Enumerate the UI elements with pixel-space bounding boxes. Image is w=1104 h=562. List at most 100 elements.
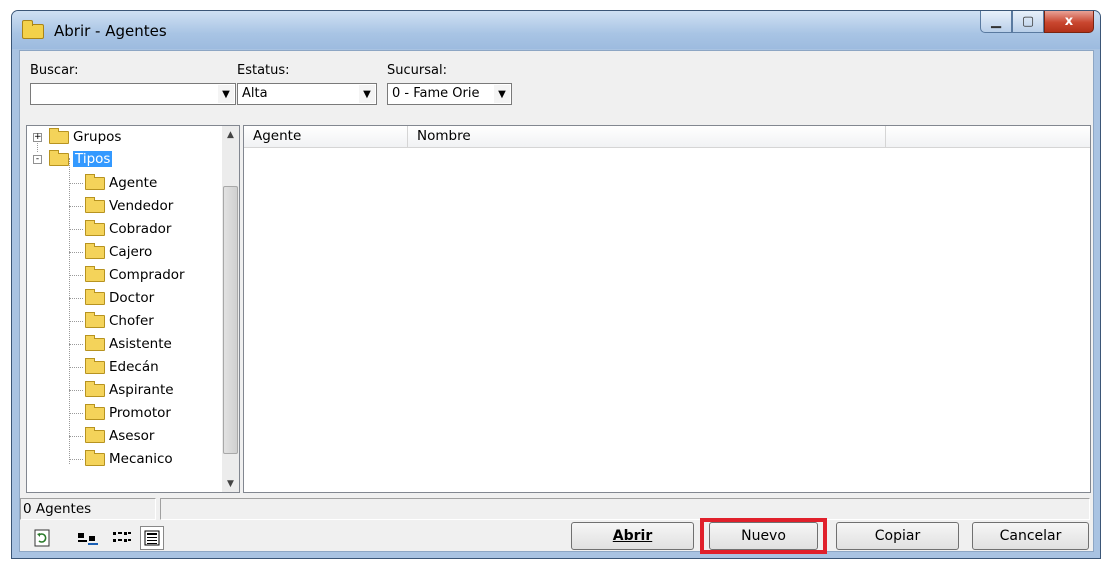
tree-connector xyxy=(69,344,83,345)
tree-connector xyxy=(69,321,83,322)
buscar-label: Buscar: xyxy=(30,63,79,78)
tree-item[interactable]: Asistente xyxy=(85,333,172,355)
open-folder-icon xyxy=(49,149,69,166)
folder-icon xyxy=(85,288,105,305)
copiar-button[interactable]: Copiar xyxy=(836,522,959,550)
folder-icon xyxy=(85,403,105,420)
estatus-value: Alta xyxy=(242,86,268,101)
scroll-down-icon[interactable]: ▼ xyxy=(222,475,239,492)
tree-item-label: Comprador xyxy=(109,267,185,283)
agent-type-tree[interactable]: + Grupos - Tipos Agente Vendedor Cobrador C… xyxy=(26,125,240,493)
status-bar: 0 Agentes xyxy=(20,498,1093,522)
tree-item[interactable]: Asesor xyxy=(85,425,154,447)
dialog-client-area: Buscar: ▼ Estatus: Alta ▼ Sucursal: 0 - … xyxy=(19,50,1094,554)
highlight-box xyxy=(700,518,827,554)
maximize-button[interactable]: ▢ xyxy=(1012,11,1044,33)
folder-icon xyxy=(85,357,105,374)
column-header-agente[interactable]: Agente xyxy=(244,126,408,148)
status-message xyxy=(160,498,1090,520)
tree-item-label: Promotor xyxy=(109,405,171,421)
expand-icon[interactable]: + xyxy=(33,133,42,142)
tree-item-label: Doctor xyxy=(109,290,155,306)
column-header-empty xyxy=(886,126,1090,148)
folder-icon xyxy=(85,265,105,282)
abrir-button[interactable]: Abrir xyxy=(571,522,694,550)
folder-icon xyxy=(49,127,69,144)
estatus-label: Estatus: xyxy=(237,63,290,78)
tree-connector xyxy=(69,158,70,464)
tree-item[interactable]: Agente xyxy=(85,172,157,194)
sucursal-value: 0 - Fame Orie xyxy=(392,86,480,101)
dialog-window: Abrir - Agentes ▁ ▢ x Buscar: ▼ Estatus:… xyxy=(11,10,1101,559)
folder-icon xyxy=(85,449,105,466)
tree-item[interactable]: Edecán xyxy=(85,356,159,378)
folder-icon xyxy=(85,196,105,213)
tree-connector xyxy=(69,252,83,253)
tree-item-label: Edecán xyxy=(109,359,159,375)
background xyxy=(0,0,1104,10)
tree-item[interactable]: Chofer xyxy=(85,310,154,332)
tree-item-label: Cajero xyxy=(109,244,153,260)
tree-item-label: Vendedor xyxy=(109,198,174,214)
tree-item[interactable]: Doctor xyxy=(85,287,154,309)
scroll-up-icon[interactable]: ▲ xyxy=(222,126,239,143)
refresh-icon[interactable] xyxy=(30,526,54,550)
tree-item[interactable]: Vendedor xyxy=(85,195,173,217)
folder-icon xyxy=(85,219,105,236)
copiar-label: Copiar xyxy=(874,528,921,544)
large-icons-view-icon[interactable] xyxy=(76,526,100,550)
scroll-thumb[interactable] xyxy=(223,186,238,454)
agent-count: 0 Agentes xyxy=(20,498,156,520)
folder-icon xyxy=(85,334,105,351)
sucursal-label: Sucursal: xyxy=(387,63,447,78)
tree-item-label: Asesor xyxy=(109,428,155,444)
tree-connector xyxy=(69,390,83,391)
window-controls: ▁ ▢ x xyxy=(980,11,1094,33)
tree-connector xyxy=(69,459,83,460)
tree-item[interactable]: Comprador xyxy=(85,264,185,286)
agents-list[interactable]: Agente Nombre xyxy=(243,125,1091,493)
tree-scrollbar[interactable]: ▲ ▼ xyxy=(222,126,239,492)
sucursal-combo[interactable]: 0 - Fame Orie ▼ xyxy=(387,83,512,105)
tree-item-label: Tipos xyxy=(73,151,113,167)
folder-icon xyxy=(85,426,105,443)
window-title: Abrir - Agentes xyxy=(54,22,167,40)
tree-connector xyxy=(69,229,83,230)
tree-item-label: Grupos xyxy=(73,129,122,145)
tree-connector xyxy=(69,183,83,184)
estatus-combo[interactable]: Alta ▼ xyxy=(237,83,377,105)
tree-connector xyxy=(69,298,83,299)
tree-item[interactable]: Mecanico xyxy=(85,448,173,470)
collapse-icon[interactable]: - xyxy=(33,155,42,164)
tree-connector xyxy=(69,413,83,414)
tree-connector xyxy=(69,206,83,207)
close-button[interactable]: x xyxy=(1044,11,1094,33)
tree-item-tipos[interactable]: Tipos xyxy=(49,148,113,170)
chevron-down-icon[interactable]: ▼ xyxy=(359,85,375,103)
tree-item[interactable]: Cajero xyxy=(85,241,152,263)
tree-connector xyxy=(69,275,83,276)
cancelar-button[interactable]: Cancelar xyxy=(972,522,1089,550)
folder-icon xyxy=(85,173,105,190)
title-bar[interactable]: Abrir - Agentes ▁ ▢ x xyxy=(12,11,1100,49)
tree-item-grupos[interactable]: Grupos xyxy=(49,126,121,148)
folder-icon xyxy=(22,20,44,39)
tree-item[interactable]: Promotor xyxy=(85,402,171,424)
folder-icon xyxy=(85,242,105,259)
tree-connector xyxy=(69,367,83,368)
tree-item[interactable]: Cobrador xyxy=(85,218,171,240)
tree-item-label: Asistente xyxy=(109,336,172,352)
tree-item[interactable]: Aspirante xyxy=(85,379,174,401)
column-header-nombre[interactable]: Nombre xyxy=(408,126,886,148)
folder-icon xyxy=(85,311,105,328)
cancelar-label: Cancelar xyxy=(999,528,1062,544)
chevron-down-icon[interactable]: ▼ xyxy=(218,85,234,103)
minimize-button[interactable]: ▁ xyxy=(980,11,1012,33)
details-view-icon[interactable] xyxy=(140,526,164,550)
small-icons-view-icon[interactable] xyxy=(110,526,134,550)
buscar-combo[interactable]: ▼ xyxy=(30,83,236,105)
chevron-down-icon[interactable]: ▼ xyxy=(494,85,510,103)
tree-item-label: Agente xyxy=(109,175,158,191)
folder-icon xyxy=(85,380,105,397)
abrir-label: Abrir xyxy=(612,528,653,544)
